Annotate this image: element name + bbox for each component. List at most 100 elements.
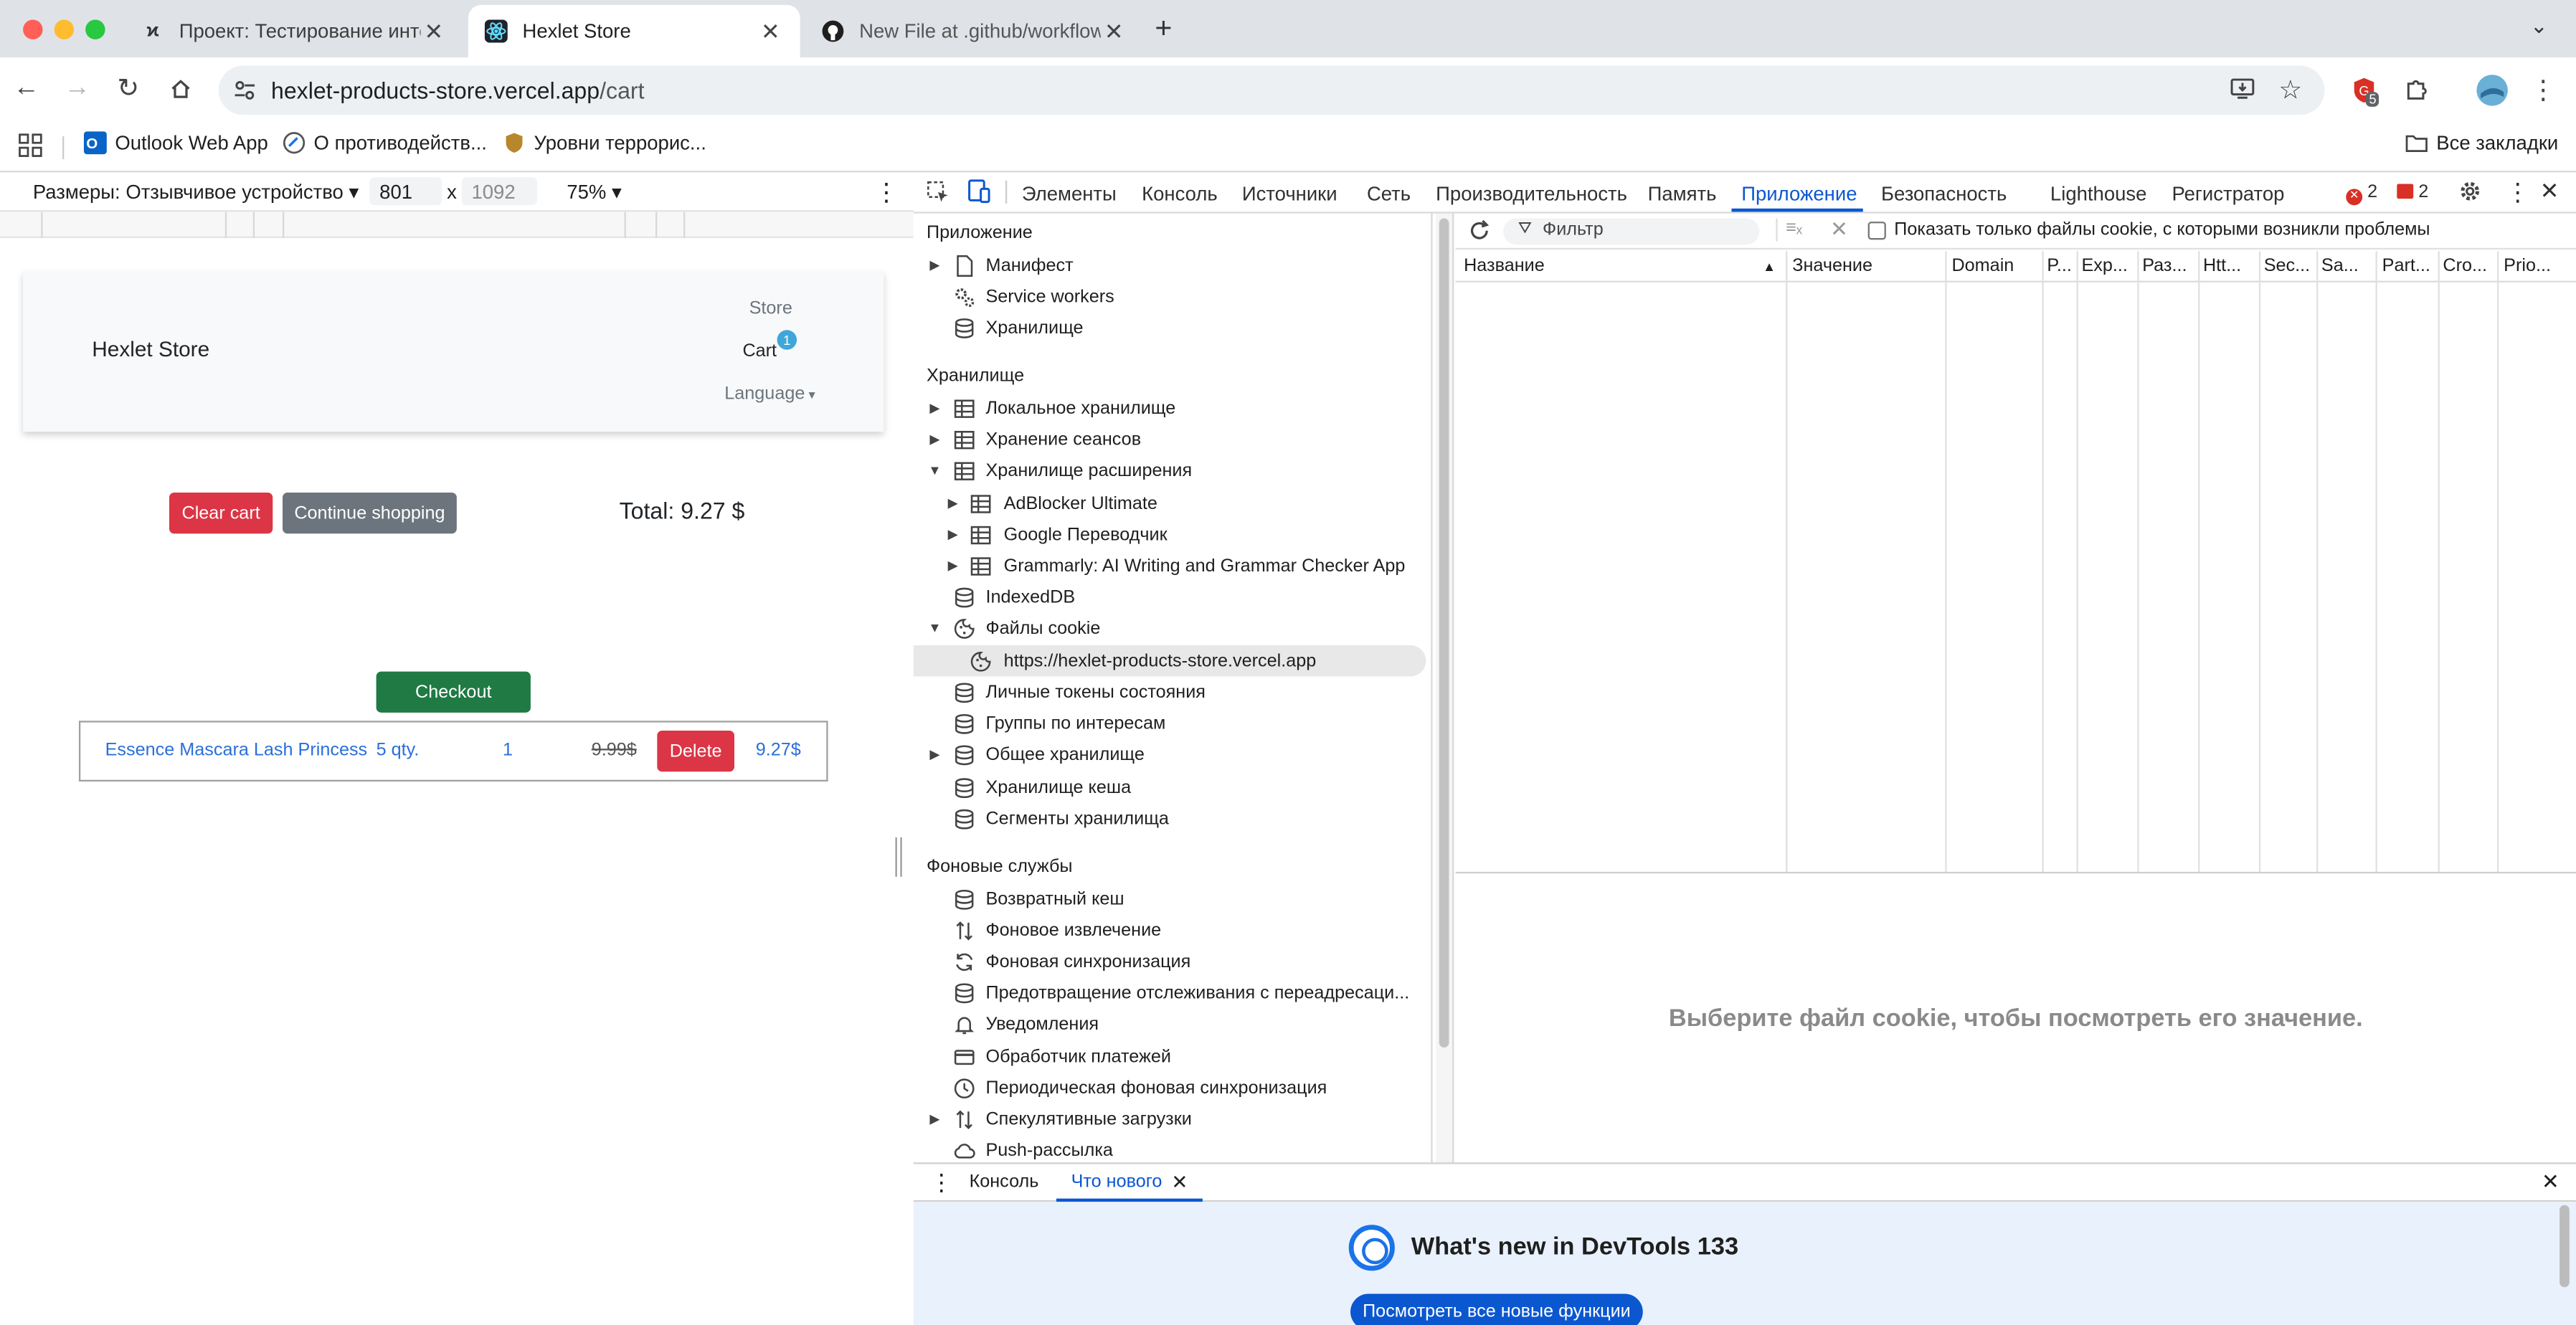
home-icon[interactable] — [161, 69, 200, 108]
tree-background-fetch[interactable]: Фоновое извлечение — [914, 914, 1423, 946]
tab-elements[interactable]: Элементы — [1022, 182, 1117, 205]
inspect-element-icon[interactable] — [927, 181, 950, 209]
expand-arrow-icon[interactable]: ▶ — [927, 1111, 943, 1126]
tree-google-translate[interactable]: ▶ Google Переводчик — [914, 519, 1423, 551]
expand-arrow-icon[interactable]: ▶ — [927, 747, 943, 762]
tree-cookie-origin[interactable]: https://hexlet-products-store.vercel.app — [913, 645, 1426, 677]
only-issues-checkbox[interactable] — [1867, 222, 1886, 240]
tree-local-storage[interactable]: ▶ Локальное хранилище — [914, 392, 1423, 424]
filter-input[interactable]: ⛛ Фильтр — [1503, 218, 1760, 245]
expand-arrow-icon[interactable]: ▶ — [944, 559, 961, 574]
profile-avatar[interactable] — [2474, 72, 2510, 108]
tree-notifications[interactable]: Уведомления — [914, 1008, 1423, 1040]
clear-filtered-icon[interactable]: ≡ₓ — [1786, 219, 1802, 238]
nav-link-store[interactable]: Store — [749, 299, 792, 318]
column-path[interactable]: P... — [2047, 256, 2076, 275]
tree-manifest[interactable]: ▶ Манифест — [914, 250, 1423, 281]
column-partition-key[interactable]: Part... — [2382, 256, 2438, 275]
column-expires[interactable]: Exp... — [2081, 256, 2137, 275]
expand-arrow-icon[interactable]: ▶ — [927, 432, 943, 447]
devtools-menu-icon[interactable]: ⋮ — [2505, 177, 2529, 207]
delete-item-button[interactable]: Delete — [657, 731, 734, 772]
bookmark-terror-levels[interactable]: Уровни террорис... — [503, 131, 706, 154]
expand-arrow-icon[interactable]: ▶ — [944, 496, 961, 511]
close-tab-icon[interactable]: ✕ — [757, 17, 784, 45]
column-size[interactable]: Раз... — [2142, 256, 2198, 275]
error-counter[interactable]: ✕ 2 — [2346, 182, 2377, 206]
drawer-menu-icon[interactable]: ⋮ — [930, 1169, 953, 1197]
reload-icon[interactable]: ↻ — [108, 69, 148, 108]
bookmark-star-icon[interactable]: ☆ — [2278, 74, 2302, 107]
tree-bounce-tracking[interactable]: Предотвращение отслеживания с переадреса… — [914, 977, 1423, 1008]
column-value[interactable]: Значение — [1792, 256, 1943, 275]
device-more-icon[interactable]: ⋮ — [874, 177, 899, 207]
tab-performance[interactable]: Производительность — [1436, 182, 1627, 205]
cart-item-name[interactable]: Essence Mascara Lash Princess — [105, 741, 368, 760]
drawer-tab-console[interactable]: Консоль — [970, 1172, 1039, 1192]
browser-menu-icon[interactable]: ⋮ — [2525, 72, 2561, 108]
column-samesite[interactable]: Sa... — [2321, 256, 2371, 275]
collapse-arrow-icon[interactable]: ▼ — [927, 621, 943, 636]
tab-sources[interactable]: Источники — [1242, 182, 1337, 205]
tab-recorder[interactable]: Регистратор — [2172, 182, 2284, 205]
tab-network[interactable]: Сеть — [1367, 182, 1411, 205]
tab-lighthouse[interactable]: Lighthouse — [2050, 182, 2147, 205]
tree-speculative-loads[interactable]: ▶ Спекулятивные загрузки — [914, 1103, 1423, 1135]
tree-bfcache[interactable]: Возвратный кеш — [914, 883, 1423, 915]
extension-shield-icon[interactable]: G 5 — [2346, 72, 2382, 108]
column-httponly[interactable]: Htt... — [2203, 256, 2259, 275]
tree-interest-groups[interactable]: Группы по интересам — [914, 708, 1423, 739]
tab-application[interactable]: Приложение — [1741, 182, 1857, 205]
column-priority[interactable]: Prio... — [2504, 256, 2570, 275]
tree-storage-buckets[interactable]: Сегменты хранилища — [914, 803, 1423, 835]
drawer-tab-whats-new[interactable]: Что нового — [1071, 1172, 1162, 1192]
clear-cart-button[interactable]: Clear cart — [169, 492, 273, 534]
close-tab-icon[interactable]: ✕ — [420, 17, 447, 45]
tree-grammarly[interactable]: ▶ Grammarly: AI Writing and Grammar Check… — [914, 550, 1423, 581]
tree-cookies[interactable]: ▼ Файлы cookie — [914, 612, 1423, 644]
clear-all-icon[interactable]: ✕ — [1830, 217, 1848, 243]
bookmark-outlook[interactable]: O Outlook Web App — [83, 131, 268, 155]
tree-cache-storage[interactable]: Хранилище кеша — [914, 771, 1423, 803]
close-devtools-icon[interactable]: ✕ — [2540, 177, 2560, 205]
tab-console[interactable]: Консоль — [1142, 182, 1218, 205]
column-domain[interactable]: Domain — [1951, 256, 2040, 275]
zoom-dropdown[interactable]: 75% ▾ — [567, 181, 622, 204]
new-tab-icon[interactable]: + — [1155, 11, 1172, 46]
store-brand[interactable]: Hexlet Store — [92, 336, 209, 361]
browser-tab-hexlet-store[interactable]: Hexlet Store ✕ — [468, 4, 800, 58]
close-tab-icon[interactable]: ✕ — [1101, 17, 1127, 45]
tree-background-sync[interactable]: Фоновая синхронизация — [914, 946, 1423, 977]
dimensions-dropdown[interactable]: Размеры: Отзывчивое устройство ▾ — [33, 181, 359, 204]
tree-app-storage[interactable]: Хранилище — [914, 312, 1423, 343]
close-drawer-tab-icon[interactable]: ✕ — [1171, 1171, 1188, 1194]
tab-security[interactable]: Безопасность — [1881, 182, 2007, 205]
zoom-window-button[interactable] — [85, 19, 105, 39]
language-dropdown[interactable]: Language ▾ — [724, 384, 815, 404]
tab-memory[interactable]: Память — [1648, 182, 1717, 205]
issues-counter[interactable]: 2 — [2397, 182, 2428, 202]
device-toggle-icon[interactable] — [966, 179, 990, 209]
column-name[interactable]: Название — [1464, 256, 1759, 275]
expand-arrow-icon[interactable]: ▶ — [927, 258, 943, 273]
expand-arrow-icon[interactable]: ▶ — [944, 527, 961, 542]
collapse-arrow-icon[interactable]: ▼ — [927, 463, 943, 478]
site-settings-icon[interactable] — [232, 77, 258, 104]
sidebar-scrollbar[interactable] — [1436, 213, 1454, 1163]
tree-session-storage[interactable]: ▶ Хранение сеансов — [914, 424, 1423, 455]
close-drawer-icon[interactable]: ✕ — [2542, 1169, 2560, 1195]
scrollbar-thumb[interactable] — [1439, 218, 1449, 1048]
refresh-icon[interactable] — [1467, 219, 1492, 248]
browser-tab-github[interactable]: New File at .github/workflows ✕ — [805, 5, 1143, 57]
tree-private-state-tokens[interactable]: Личные токены состояния — [914, 676, 1423, 708]
tree-periodic-sync[interactable]: Периодическая фоновая синхронизация — [914, 1072, 1423, 1103]
forward-icon[interactable]: → — [57, 69, 97, 108]
bookmark-anticorruption[interactable]: О противодейств... — [283, 131, 487, 154]
back-icon[interactable]: ← — [6, 69, 46, 108]
all-bookmarks[interactable]: Все закладки — [2405, 131, 2558, 154]
tree-extension-storage[interactable]: ▼ Хранилище расширения — [914, 455, 1423, 486]
column-cross-site[interactable]: Cro... — [2443, 256, 2499, 275]
address-bar[interactable]: hexlet-products-store.vercel.app/cart ☆ — [218, 65, 2325, 115]
tree-service-workers[interactable]: Service workers — [914, 281, 1423, 313]
tree-adblocker[interactable]: ▶ AdBlocker Ultimate — [914, 488, 1423, 519]
